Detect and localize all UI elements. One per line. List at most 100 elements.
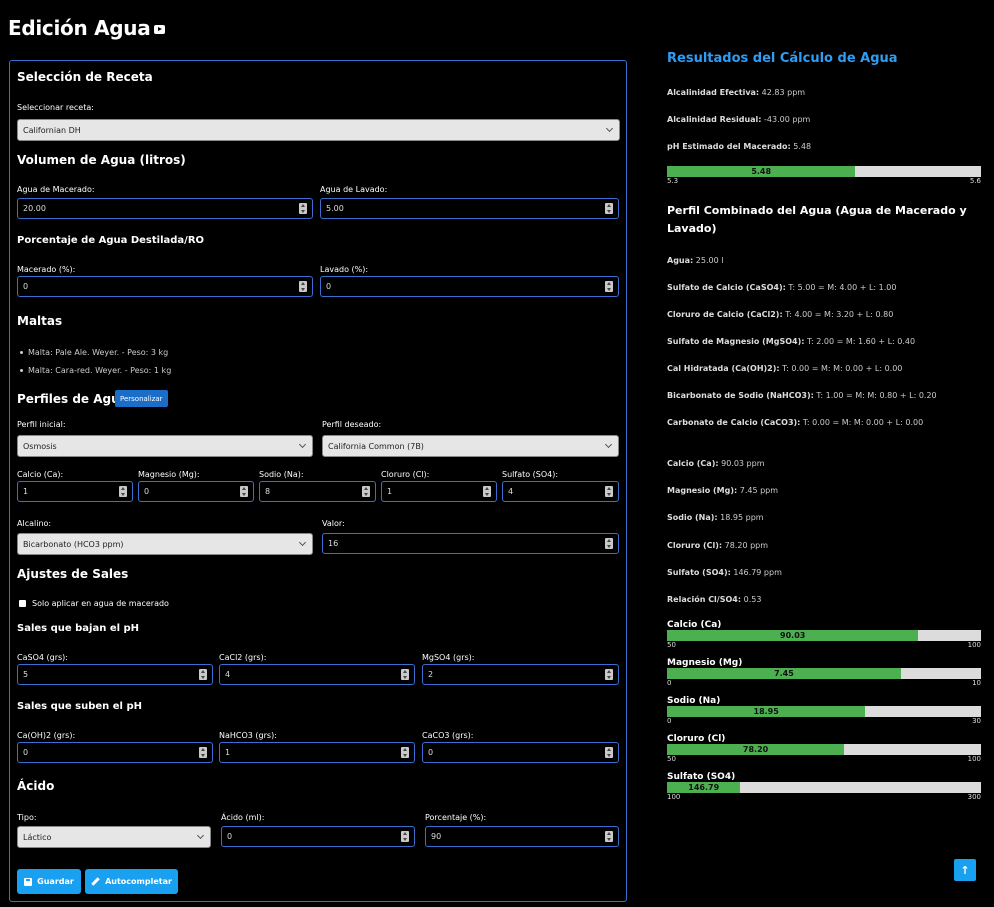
recipe-select[interactable]: Californian DH	[17, 119, 620, 141]
estimated-ph: pH Estimado del Macerado: 5.48	[667, 142, 811, 151]
distilled-mash-input[interactable]: 0	[17, 276, 313, 297]
sodium-input[interactable]: 8	[259, 481, 376, 502]
acid-ml-input[interactable]: 0	[221, 826, 415, 847]
mash-water-input[interactable]: 20.00	[17, 198, 313, 219]
youtube-icon[interactable]	[154, 24, 166, 34]
effective-alkalinity-value: 42.83 ppm	[761, 88, 806, 97]
sulfate-input[interactable]: 4	[502, 481, 619, 502]
recipe-select-label: Seleccionar receta:	[17, 103, 94, 112]
cacl2-input[interactable]: 4	[219, 664, 415, 685]
calcium-value: 1	[23, 487, 29, 496]
autocomplete-button[interactable]: Autocompletar	[85, 869, 178, 894]
caoh2-input[interactable]: 0	[17, 742, 213, 763]
stepper-icon[interactable]	[240, 486, 248, 497]
alkaline-label: Alcalino:	[17, 519, 52, 528]
volume-section-title: Volumen de Agua (litros)	[17, 153, 186, 167]
stepper-icon[interactable]	[299, 281, 307, 292]
desired-profile-select[interactable]: California Common (7B)	[322, 435, 619, 457]
caso4-value: 5	[23, 670, 29, 679]
chloride-gauge: Cloruro (Cl) 78.20 50 100	[667, 734, 981, 763]
sodium-value: 8	[265, 487, 271, 496]
stepper-icon[interactable]	[401, 831, 409, 842]
effective-alkalinity: Alcalinidad Efectiva: 42.83 ppm	[667, 88, 805, 97]
sparge-water-label: Agua de Lavado:	[320, 185, 388, 194]
ion-result-value: 0.53	[743, 595, 762, 604]
stepper-icon[interactable]	[605, 747, 613, 758]
caco3-input[interactable]: 0	[422, 742, 619, 763]
acid-section-title: Ácido	[17, 779, 55, 793]
gauge-value: 7.45	[774, 669, 794, 678]
stepper-icon[interactable]	[605, 203, 613, 214]
malts-section-title: Maltas	[17, 314, 63, 328]
ion-result-value: 146.79 ppm	[733, 568, 782, 577]
salt-result-label: Sulfato de Calcio (CaSO4):	[667, 283, 786, 292]
magnesium-value: 0	[144, 487, 150, 496]
gauge-value: 146.79	[688, 783, 720, 792]
alkaline-select[interactable]: Bicarbonato (HCO3 ppm)	[17, 533, 313, 555]
sparge-water-input[interactable]: 5.00	[320, 198, 619, 219]
acid-type-select[interactable]: Láctico	[17, 826, 211, 848]
ion-result-label: Cloruro (Cl):	[667, 541, 723, 550]
gauge-min: 0	[667, 679, 672, 687]
alkaline-value-input[interactable]: 16	[322, 533, 619, 554]
chloride-input[interactable]: 1	[381, 481, 497, 502]
water-total-label: Agua:	[667, 256, 694, 265]
salt-result-value: T: 2.00 = M: 1.60 + L: 0.40	[807, 337, 916, 346]
ph-bar-value: 5.48	[751, 167, 772, 176]
gauge-max: 300	[967, 793, 981, 801]
distilled-sparge-input[interactable]: 0	[320, 276, 619, 297]
stepper-icon[interactable]	[605, 486, 613, 497]
alkaline-value: Bicarbonato (HCO3 ppm)	[23, 539, 124, 549]
stepper-icon[interactable]	[299, 203, 307, 214]
scroll-top-button[interactable]: ↑	[954, 859, 976, 881]
stepper-icon[interactable]	[605, 281, 613, 292]
gauge-value: 90.03	[780, 631, 806, 640]
gauge-min: 0	[667, 717, 672, 725]
effective-alkalinity-label: Alcalinidad Efectiva:	[667, 88, 760, 97]
water-total-value: 25.00 l	[695, 256, 724, 265]
sodium-gauge: Sodio (Na) 18.95 0 30	[667, 696, 981, 725]
stepper-icon[interactable]	[199, 747, 207, 758]
results-title: Resultados del Cálculo de Agua	[667, 51, 898, 66]
distilled-sparge-label: Lavado (%):	[320, 265, 369, 274]
salt-result-line: Carbonato de Calcio (CaCO3): T: 0.00 = M…	[667, 418, 923, 427]
magnesium-input[interactable]: 0	[138, 481, 254, 502]
gauge-min: 50	[667, 641, 676, 649]
initial-profile-select[interactable]: Osmosis	[17, 435, 313, 457]
ion-result-line: Relación Cl/SO4: 0.53	[667, 595, 761, 604]
calcium-input[interactable]: 1	[17, 481, 133, 502]
nahco3-value: 1	[225, 748, 231, 757]
stepper-icon[interactable]	[362, 486, 370, 497]
initial-profile-value: Osmosis	[23, 441, 57, 451]
malt-list-item: Malta: Pale Ale. Weyer. - Peso: 3 kg	[20, 348, 168, 357]
stepper-icon[interactable]	[401, 669, 409, 680]
stepper-icon[interactable]	[605, 669, 613, 680]
residual-alkalinity-value: -43.00 ppm	[764, 115, 811, 124]
salt-result-line: Cal Hidratada (Ca(OH)2): T: 0.00 = M: M:…	[667, 364, 902, 373]
gauge-scale: 50 100	[667, 641, 981, 649]
raise-ph-title: Sales que suben el pH	[17, 701, 142, 712]
stepper-icon[interactable]	[401, 747, 409, 758]
salt-result-line: Sulfato de Calcio (CaSO4): T: 5.00 = M: …	[667, 283, 896, 292]
stepper-icon[interactable]	[199, 669, 207, 680]
acid-pct-input[interactable]: 90	[425, 826, 619, 847]
stepper-icon[interactable]	[605, 831, 613, 842]
mash-only-checkbox[interactable]	[19, 600, 26, 607]
sparge-water-value: 5.00	[326, 204, 344, 213]
customize-button[interactable]: Personalizar	[115, 390, 168, 407]
mgso4-input[interactable]: 2	[422, 664, 619, 685]
stepper-icon[interactable]	[605, 538, 613, 549]
stepper-icon[interactable]	[483, 486, 491, 497]
ion-result-label: Magnesio (Mg):	[667, 486, 738, 495]
water-edit-form: Selección de Receta Seleccionar receta: …	[9, 60, 627, 902]
save-button[interactable]: Guardar	[17, 869, 81, 894]
salts-section-title: Ajustes de Sales	[17, 567, 129, 581]
ion-result-value: 7.45 ppm	[739, 486, 779, 495]
mash-only-label: Solo aplicar en agua de macerado	[32, 599, 169, 608]
distilled-mash-label: Macerado (%):	[17, 265, 76, 274]
nahco3-input[interactable]: 1	[219, 742, 415, 763]
caso4-input[interactable]: 5	[17, 664, 213, 685]
gauge-scale: 50 100	[667, 755, 981, 763]
sulfate-label: Sulfato (SO4):	[502, 470, 559, 479]
stepper-icon[interactable]	[119, 486, 127, 497]
